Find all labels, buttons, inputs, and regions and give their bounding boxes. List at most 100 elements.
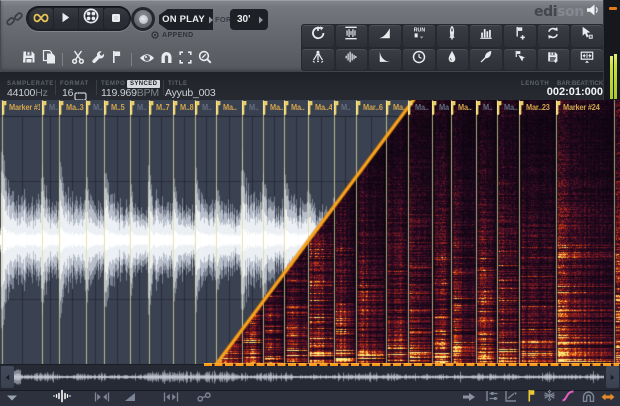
view-button[interactable] [140, 52, 154, 67]
marker-tag[interactable]: M.. [129, 101, 147, 116]
marker-tag[interactable]: M..8 [173, 101, 194, 116]
marker-tag[interactable]: Mar..6 [355, 101, 385, 116]
append-mode[interactable]: APPEND [151, 31, 194, 39]
select-button[interactable] [178, 50, 192, 67]
marker-tag[interactable]: Ma.. [407, 101, 431, 116]
edit-button[interactable] [71, 50, 85, 67]
play-button[interactable] [53, 8, 78, 29]
wave-spectrum-display[interactable] [0, 100, 620, 364]
save-button[interactable] [22, 51, 36, 67]
fade-in-tool[interactable] [369, 25, 401, 47]
normalize-tool[interactable] [335, 25, 368, 47]
synced-badge[interactable]: SYNCED [127, 80, 161, 88]
marker-tag[interactable]: M.. [195, 101, 214, 116]
denoise-tool[interactable] [302, 48, 334, 70]
jump-tool[interactable] [461, 391, 477, 405]
link-tool[interactable] [196, 391, 212, 405]
copy-button[interactable] [42, 49, 56, 67]
marker-button[interactable] [109, 51, 123, 67]
save-new-tool[interactable] [537, 48, 570, 70]
marker-tag[interactable]: Marker #24 [555, 101, 613, 116]
format-value[interactable]: 16 [62, 87, 73, 99]
overview-waveform[interactable] [14, 366, 604, 388]
reel-button[interactable] [79, 8, 104, 29]
snap-toggle[interactable] [580, 391, 596, 405]
smooth-tool[interactable] [560, 390, 576, 405]
toolbar-separator [131, 53, 132, 66]
harmonize-tool[interactable] [470, 48, 502, 70]
snap-sel-end[interactable] [163, 391, 179, 405]
marker-tag[interactable]: Ma..3 [59, 101, 84, 116]
resample-tool[interactable] [537, 25, 570, 47]
marker-tag[interactable]: Ma.. [284, 101, 306, 116]
title-value[interactable]: Ayyub_003 [165, 87, 216, 99]
on-play-label: ON PLAY [162, 14, 205, 25]
snap-button[interactable] [159, 51, 173, 67]
blur-tool[interactable] [436, 48, 469, 70]
scroll-right-button[interactable] [606, 366, 619, 388]
marker-tag[interactable]: Ma.. [450, 101, 475, 116]
add-marker-tool[interactable] [503, 25, 536, 47]
loop-button[interactable] [28, 8, 53, 29]
paste-tool[interactable] [571, 25, 603, 47]
tempo-value[interactable]: 119.969BPM [101, 87, 159, 99]
marker-flag-icon [195, 101, 200, 115]
sharpen-tool[interactable] [436, 25, 469, 47]
tools-button[interactable] [91, 51, 105, 67]
reverse-icon [311, 26, 325, 45]
time-tool[interactable] [402, 48, 435, 70]
marker-flag-icon [284, 101, 289, 115]
edit-sample-tool[interactable] [53, 389, 71, 405]
menu-dropdown[interactable] [4, 391, 20, 405]
run-script-tool[interactable]: RUN [402, 25, 435, 47]
marker-tag[interactable]: M..5 [104, 101, 128, 116]
marker-tag[interactable]: M.. [85, 101, 103, 116]
marker-tag[interactable]: Mar..23 [519, 101, 554, 116]
stats-tool[interactable] [470, 25, 502, 47]
fit-tool[interactable] [571, 48, 603, 70]
ramp-tool[interactable] [122, 391, 138, 405]
marker-label: Ma..3 [66, 103, 84, 112]
marker-tag[interactable]: Ma.. [262, 101, 283, 116]
marker-tag[interactable]: Marker #1 [1, 101, 40, 116]
on-play-dropdown[interactable]: ON PLAY [159, 9, 213, 30]
logo-text-primary: edi [534, 3, 558, 20]
freeze-tool[interactable] [541, 390, 557, 405]
meter-bar-right [614, 54, 617, 99]
fade-out-tool[interactable] [369, 48, 401, 70]
levels-tool[interactable] [484, 391, 500, 405]
zoom-button[interactable] [198, 50, 212, 69]
snap-sel-start[interactable] [94, 391, 110, 405]
drop-icon [445, 50, 459, 69]
chain-link-icon[interactable] [6, 10, 24, 33]
marker-tag[interactable]: Ma.. [215, 101, 240, 116]
stop-button[interactable] [104, 8, 129, 29]
stretch-tool[interactable] [600, 391, 616, 405]
play-icon [61, 10, 70, 28]
marker-tag[interactable]: M.. [333, 101, 355, 116]
run-icon: RUN [412, 26, 426, 45]
link-icon [197, 389, 211, 406]
marker-tag[interactable]: M.. [475, 101, 496, 116]
marker-flag-icon [129, 101, 135, 115]
snapin-icon [94, 389, 110, 406]
marker-tag[interactable]: Ma.. [432, 101, 449, 116]
marker-tag[interactable]: M.. [241, 101, 262, 116]
toolbar-separator [62, 53, 63, 66]
marker-toggle[interactable] [523, 390, 539, 405]
marker-label: Ma.. [269, 103, 283, 112]
marker-tag[interactable]: Ma.. [385, 101, 406, 116]
declip-tool[interactable] [335, 48, 368, 70]
slice-markers-tool[interactable] [503, 48, 536, 70]
marker-tag[interactable]: M.. [41, 101, 58, 116]
duration-dropdown[interactable]: 30' [230, 9, 268, 30]
marker-tag[interactable]: M..7 [148, 101, 172, 116]
reverse-tool[interactable] [302, 25, 334, 47]
slope-tool[interactable] [503, 391, 519, 405]
marker-tag[interactable]: Ma.. [496, 101, 518, 116]
marker-flag-icon [215, 101, 221, 115]
marker-tag[interactable]: Ma..4 [307, 101, 332, 116]
samplerate-value[interactable]: 44100Hz [7, 87, 48, 99]
magnifier-icon [198, 50, 212, 69]
scroll-left-button[interactable] [1, 366, 14, 388]
